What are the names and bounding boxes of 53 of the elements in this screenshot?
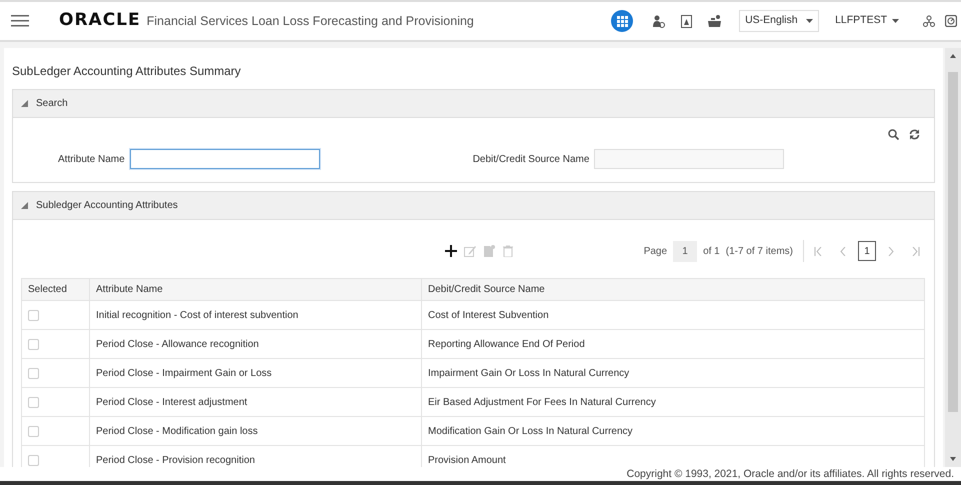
user-menu[interactable]: LLFPTEST [835,13,899,29]
logo: ORACLE [59,9,141,32]
field-label: Attribute Name [58,152,125,166]
collapse-icon[interactable] [21,100,28,107]
add-icon[interactable] [445,245,457,257]
checkbox[interactable] [28,396,39,408]
app-title: Financial Services Loan Loss Forecasting and Provisioning [146,12,474,30]
table-cell: Cost of Interest Subvention [422,300,924,330]
menu-icon[interactable] [11,15,29,27]
copyright-text: Copyright © 1993, 2021, Oracle and/or its affiliates. All rights reserved. [626,468,954,480]
section-header[interactable]: Subledger Accounting Attributes [13,192,934,220]
page-count: of 1 [703,244,720,258]
table-cell: Eir Based Adjustment For Fees In Natural Currency [422,388,924,416]
column-header: Selected [22,278,90,300]
table-cell: Reporting Allowance End Of Period [422,330,924,358]
scroll-down-icon[interactable] [949,455,957,463]
column-header: Attribute Name [90,278,422,300]
page-title: SubLedger Accounting Attributes Summary [12,63,242,80]
collapse-icon[interactable] [21,202,28,209]
language-dropdown[interactable]: US-English [739,10,820,32]
refresh-icon[interactable] [909,129,920,140]
help-icon[interactable] [945,15,957,27]
first-page-icon[interactable] [814,246,822,256]
table-cell: Impairment Gain Or Loss In Natural Currency [422,358,924,388]
table-cell: Period Close - Interest adjustment [90,388,422,416]
scroll-up-icon[interactable] [949,52,957,60]
column-header: Debit/Credit Source Name [422,278,924,300]
page-label: Page [644,244,668,258]
table-cell: Period Close - Modification gain loss [90,416,422,446]
page-number[interactable]: 1 [858,241,876,261]
scrollbar[interactable] [945,48,961,467]
table-cell: Period Close - Impairment Gain or Loss [90,358,422,388]
field-label: Debit/Credit Source Name [472,152,590,166]
checkbox[interactable] [28,454,39,466]
checkbox[interactable] [28,368,39,378]
table-cell: Modification Gain Or Loss In Natural Currency [422,416,924,446]
input-field[interactable] [130,149,320,169]
section-header[interactable]: Search [13,90,934,118]
checkbox[interactable] [28,426,39,436]
caret-icon [806,19,814,23]
caret-icon [892,19,899,23]
table-cell: Initial recognition - Cost of interest subvention [90,300,422,330]
checkbox[interactable] [28,338,39,350]
grid-icon[interactable] [611,10,634,32]
search-icon[interactable] [888,129,899,140]
table-cell: Period Close - Allowance recognition [90,330,422,358]
last-page-icon[interactable] [912,246,920,256]
items-count: (1-7 of 7 items) [726,244,793,258]
next-page-icon[interactable] [888,246,894,256]
checkbox[interactable] [28,310,39,320]
previous-page-icon[interactable] [840,246,846,256]
page-field[interactable]: 1 [673,240,698,262]
network-icon[interactable] [923,15,935,27]
